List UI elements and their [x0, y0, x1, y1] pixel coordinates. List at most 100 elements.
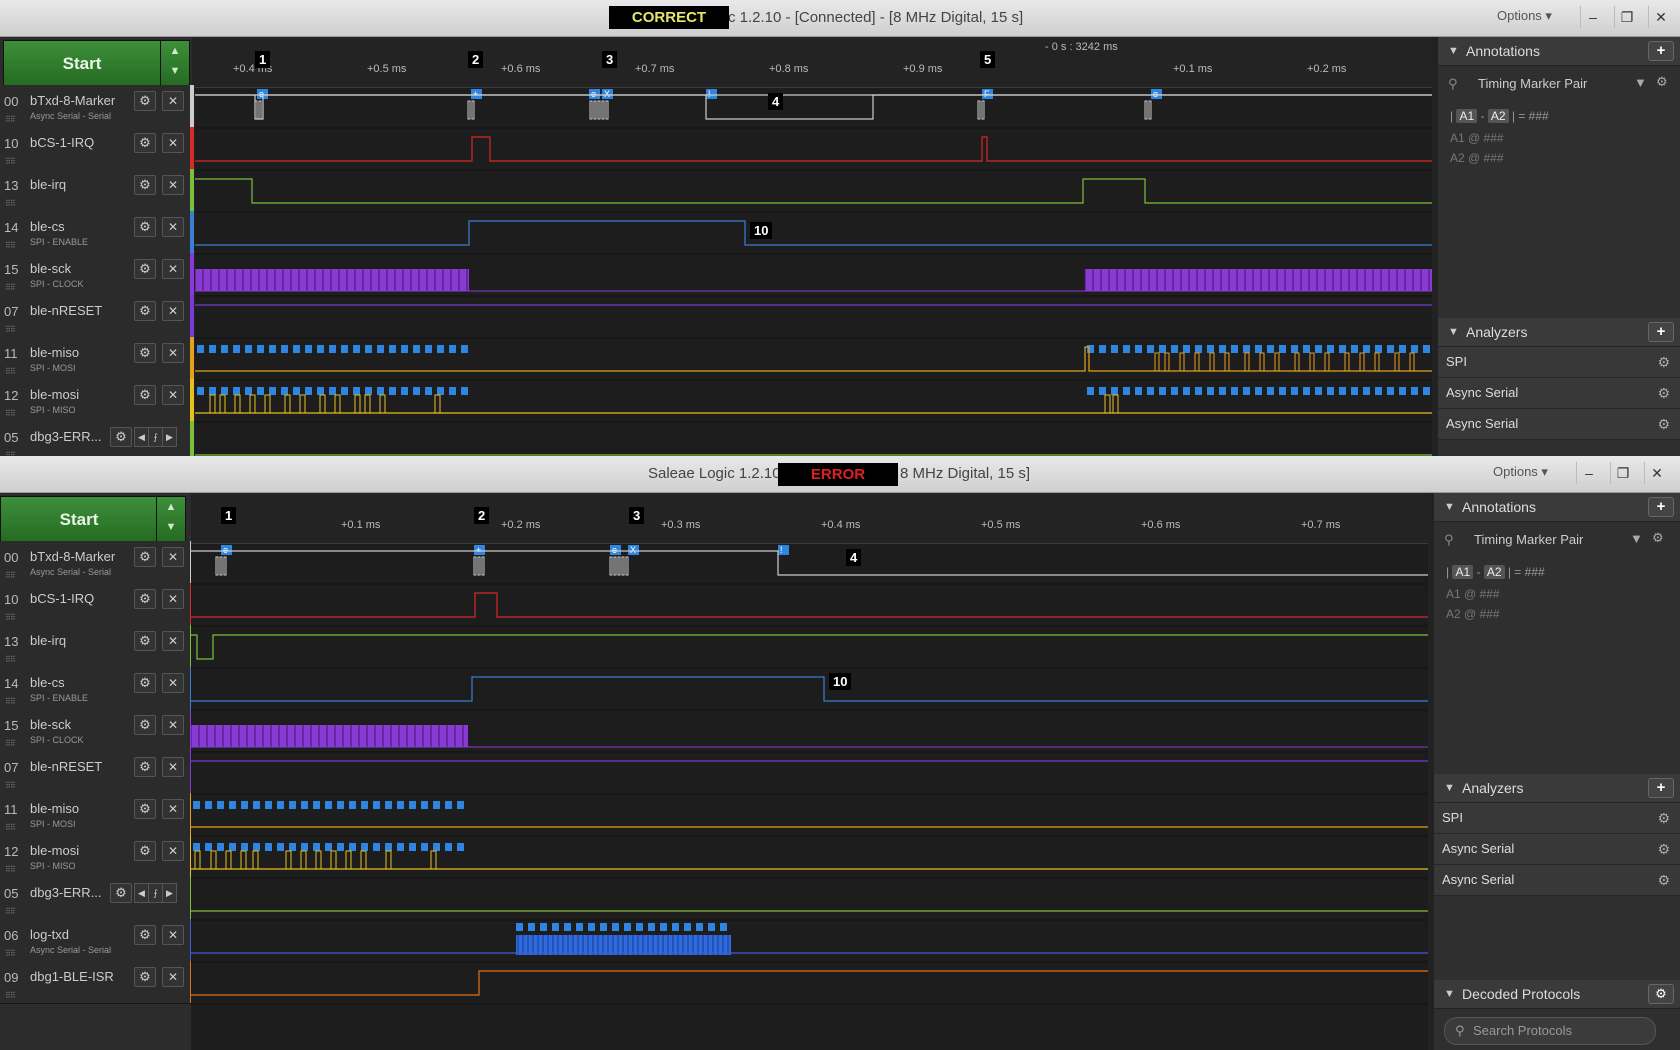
gear-icon[interactable]: ⚙ [134, 841, 156, 861]
close-icon[interactable]: ✕ [162, 175, 184, 195]
close-icon[interactable]: ✕ [162, 547, 184, 567]
close-icon[interactable]: ✕ [162, 301, 184, 321]
gear-icon[interactable]: ⚙ [1657, 834, 1670, 864]
drag-handle-icon[interactable]: ⠿⠿ [5, 907, 16, 916]
capture-options-stepper[interactable]: ▲ ▼ [156, 496, 186, 543]
edge-icon[interactable]: ⨍ [148, 427, 163, 447]
close-icon[interactable]: ✕ [162, 259, 184, 279]
close-icon[interactable]: ✕ [162, 631, 184, 651]
prev-edge-icon[interactable]: ◀ [134, 883, 149, 903]
marker-label-2[interactable]: 2 [468, 51, 484, 68]
close-icon[interactable]: ✕ [162, 841, 184, 861]
gear-icon[interactable]: ⚙ [134, 631, 156, 651]
marker-label-4[interactable]: 4 [768, 93, 784, 110]
gear-icon[interactable]: ⚙ [134, 91, 156, 111]
drag-handle-icon[interactable]: ⠿⠿ [5, 781, 16, 790]
capture-options-stepper[interactable]: ▲ ▼ [160, 40, 190, 87]
channel-name[interactable]: dbg3-ERR... [30, 885, 102, 900]
gear-icon[interactable]: ⚙ [1657, 378, 1670, 408]
drag-handle-icon[interactable]: ⠿⠿ [5, 823, 16, 832]
channel-name[interactable]: ble-sck [30, 717, 71, 732]
minimize-button[interactable]: – [1576, 462, 1601, 484]
marker-label-3[interactable]: 3 [629, 507, 645, 524]
gear-icon[interactable]: ⚙ [1657, 865, 1670, 895]
minimize-button[interactable]: – [1580, 6, 1605, 28]
drag-handle-icon[interactable]: ⠿⠿ [5, 571, 16, 580]
channel-row-15[interactable]: 15 ⠿⠿ ble-sck SPI - CLOCK ⚙ ✕ [0, 253, 194, 296]
channel-row-10[interactable]: 10 ⠿⠿ bCS-1-IRQ ⚙ ✕ [0, 583, 194, 626]
channel-name[interactable]: ble-miso [30, 345, 79, 360]
gear-icon[interactable]: ⚙ [134, 343, 156, 363]
drag-handle-icon[interactable]: ⠿⠿ [5, 865, 16, 874]
channel-name[interactable]: bTxd-8-Marker [30, 93, 115, 108]
close-icon[interactable]: ✕ [162, 925, 184, 945]
gear-icon[interactable]: ⚙ [134, 799, 156, 819]
channel-row-00[interactable]: 00 ⠿⠿ bTxd-8-Marker Async Serial - Serial ⚙ ✕ [0, 541, 194, 584]
channel-name[interactable]: dbg3-ERR... [30, 429, 102, 444]
channel-row-10[interactable]: 10 ⠿⠿ bCS-1-IRQ ⚙ ✕ [0, 127, 194, 170]
channel-name[interactable]: ble-cs [30, 219, 65, 234]
gear-icon[interactable]: ⚙ [134, 301, 156, 321]
channel-name[interactable]: ble-nRESET [30, 303, 102, 318]
drag-handle-icon[interactable]: ⠿⠿ [5, 739, 16, 748]
dropdown-arrow-icon[interactable]: ▼ [1634, 75, 1647, 90]
time-ruler[interactable]: +0.1 ms +0.2 ms +0.3 ms +0.4 ms +0.5 ms +0.6 … [191, 493, 1428, 544]
marker-label-1[interactable]: 1 [221, 507, 237, 524]
analyzer-item[interactable]: SPI ⚙ [1434, 803, 1680, 834]
add-annotation-button[interactable]: + [1648, 41, 1674, 61]
prev-edge-icon[interactable]: ◀ [134, 427, 149, 447]
channel-name[interactable]: ble-irq [30, 633, 66, 648]
channel-row-15[interactable]: 15 ⠿⠿ ble-sck SPI - CLOCK ⚙ ✕ [0, 709, 194, 752]
drag-handle-icon[interactable]: ⠿⠿ [5, 283, 16, 292]
close-icon[interactable]: ✕ [162, 217, 184, 237]
channel-name[interactable]: ble-sck [30, 261, 71, 276]
gear-icon[interactable]: ⚙ [134, 385, 156, 405]
triangle-down-icon[interactable]: ▼ [1444, 774, 1455, 802]
close-button[interactable]: ✕ [1644, 462, 1669, 484]
gear-icon[interactable]: ⚙ [134, 757, 156, 777]
gear-icon[interactable]: ⚙ [134, 715, 156, 735]
channel-name[interactable]: ble-irq [30, 177, 66, 192]
close-icon[interactable]: ✕ [162, 673, 184, 693]
marker-label-10[interactable]: 10 [750, 222, 773, 239]
analyzer-item[interactable]: Async Serial ⚙ [1438, 409, 1680, 440]
close-button[interactable]: ✕ [1648, 6, 1673, 28]
waveform-area[interactable]: - 0 s : 3242 ms +0.4 ms +0.5 ms +0.6 ms +0.… [195, 37, 1432, 456]
gear-icon[interactable]: ⚙ [1656, 74, 1668, 90]
channel-row-09[interactable]: 09 ⠿⠿ dbg1-BLE-ISR ⚙ ✕ [0, 961, 194, 1004]
close-icon[interactable]: ✕ [162, 343, 184, 363]
analyzer-item[interactable]: Async Serial ⚙ [1438, 378, 1680, 409]
marker-label-10[interactable]: 10 [829, 673, 852, 690]
channel-row-12[interactable]: 12 ⠿⠿ ble-mosi SPI - MISO ⚙ ✕ [0, 835, 194, 878]
channel-name[interactable]: ble-cs [30, 675, 65, 690]
gear-icon[interactable]: ⚙ [134, 217, 156, 237]
add-analyzer-button[interactable]: + [1648, 778, 1674, 798]
gear-icon[interactable]: ⚙ [134, 925, 156, 945]
gear-icon[interactable]: ⚙ [110, 427, 132, 447]
close-icon[interactable]: ✕ [162, 91, 184, 111]
drag-handle-icon[interactable]: ⠿⠿ [5, 199, 16, 208]
close-icon[interactable]: ✕ [162, 133, 184, 153]
channel-row-05[interactable]: 05 ⠿⠿ dbg3-ERR... ⚙ ◀ ⨍ ▶ [0, 421, 194, 456]
waveform-area[interactable]: +0.1 ms +0.2 ms +0.3 ms +0.4 ms +0.5 ms +0.6 … [191, 493, 1428, 1050]
marker-label-2[interactable]: 2 [474, 507, 490, 524]
channel-name[interactable]: ble-mosi [30, 843, 79, 858]
triangle-down-icon[interactable]: ▼ [1444, 980, 1455, 1008]
gear-icon[interactable]: ⚙ [134, 547, 156, 567]
options-menu[interactable]: Options ▾ [1497, 8, 1552, 24]
gear-icon[interactable]: ⚙ [134, 589, 156, 609]
channel-row-13[interactable]: 13 ⠿⠿ ble-irq ⚙ ✕ [0, 625, 194, 668]
channel-row-07[interactable]: 07 ⠿⠿ ble-nRESET ⚙ ✕ [0, 295, 194, 338]
drag-handle-icon[interactable]: ⠿⠿ [5, 991, 16, 1000]
channel-name[interactable]: bTxd-8-Marker [30, 549, 115, 564]
drag-handle-icon[interactable]: ⠿⠿ [5, 655, 16, 664]
analyzer-item[interactable]: SPI ⚙ [1438, 347, 1680, 378]
drag-handle-icon[interactable]: ⠿⠿ [5, 325, 16, 334]
close-icon[interactable]: ✕ [162, 715, 184, 735]
close-icon[interactable]: ✕ [162, 799, 184, 819]
triangle-down-icon[interactable]: ▼ [1444, 493, 1455, 521]
close-icon[interactable]: ✕ [162, 967, 184, 987]
analyzer-item[interactable]: Async Serial ⚙ [1434, 865, 1680, 896]
gear-icon[interactable]: ⚙ [134, 259, 156, 279]
close-icon[interactable]: ✕ [162, 385, 184, 405]
